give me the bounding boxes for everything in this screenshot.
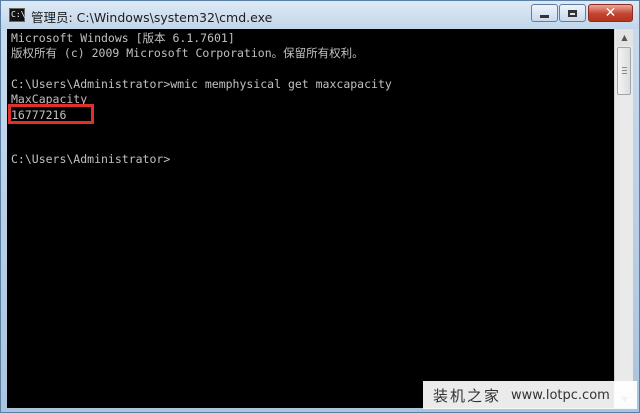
cmd-window: C:\ 管理员: C:\Windows\system32\cmd.exe ✕ M…: [0, 0, 640, 413]
grip-line: [622, 73, 627, 74]
grip-line: [622, 70, 627, 71]
console-line-command: C:\Users\Administrator>wmic memphysical …: [11, 77, 392, 91]
maximize-button[interactable]: [559, 4, 586, 22]
grip-line: [622, 67, 627, 68]
chevron-up-icon: ▲: [621, 33, 628, 42]
watermark: 装机之家 www.lotpc.com: [423, 381, 637, 409]
console-line-copyright: 版权所有 (c) 2009 Microsoft Corporation。保留所有…: [11, 46, 364, 60]
watermark-url: www.lotpc.com: [511, 387, 610, 403]
minimize-icon: [540, 14, 549, 18]
close-button[interactable]: ✕: [588, 4, 633, 22]
scroll-thumb[interactable]: [617, 47, 631, 95]
maximize-icon: [568, 9, 577, 17]
title-bar[interactable]: C:\ 管理员: C:\Windows\system32\cmd.exe ✕: [1, 1, 639, 29]
cmd-app-icon[interactable]: C:\: [9, 8, 25, 22]
window-title: 管理员: C:\Windows\system32\cmd.exe: [31, 10, 273, 25]
highlight-box: [8, 104, 94, 124]
vertical-scrollbar[interactable]: ▲ ▼: [614, 29, 633, 408]
minimize-button[interactable]: [531, 4, 558, 22]
watermark-text: 装机之家: [433, 386, 502, 405]
scroll-up-button[interactable]: ▲: [616, 29, 633, 46]
console-output[interactable]: Microsoft Windows [版本 6.1.7601] 版权所有 (c)…: [7, 29, 614, 408]
close-icon: ✕: [604, 5, 617, 21]
console-line-version: Microsoft Windows [版本 6.1.7601]: [11, 31, 235, 45]
console-line-prompt[interactable]: C:\Users\Administrator>: [11, 152, 170, 166]
